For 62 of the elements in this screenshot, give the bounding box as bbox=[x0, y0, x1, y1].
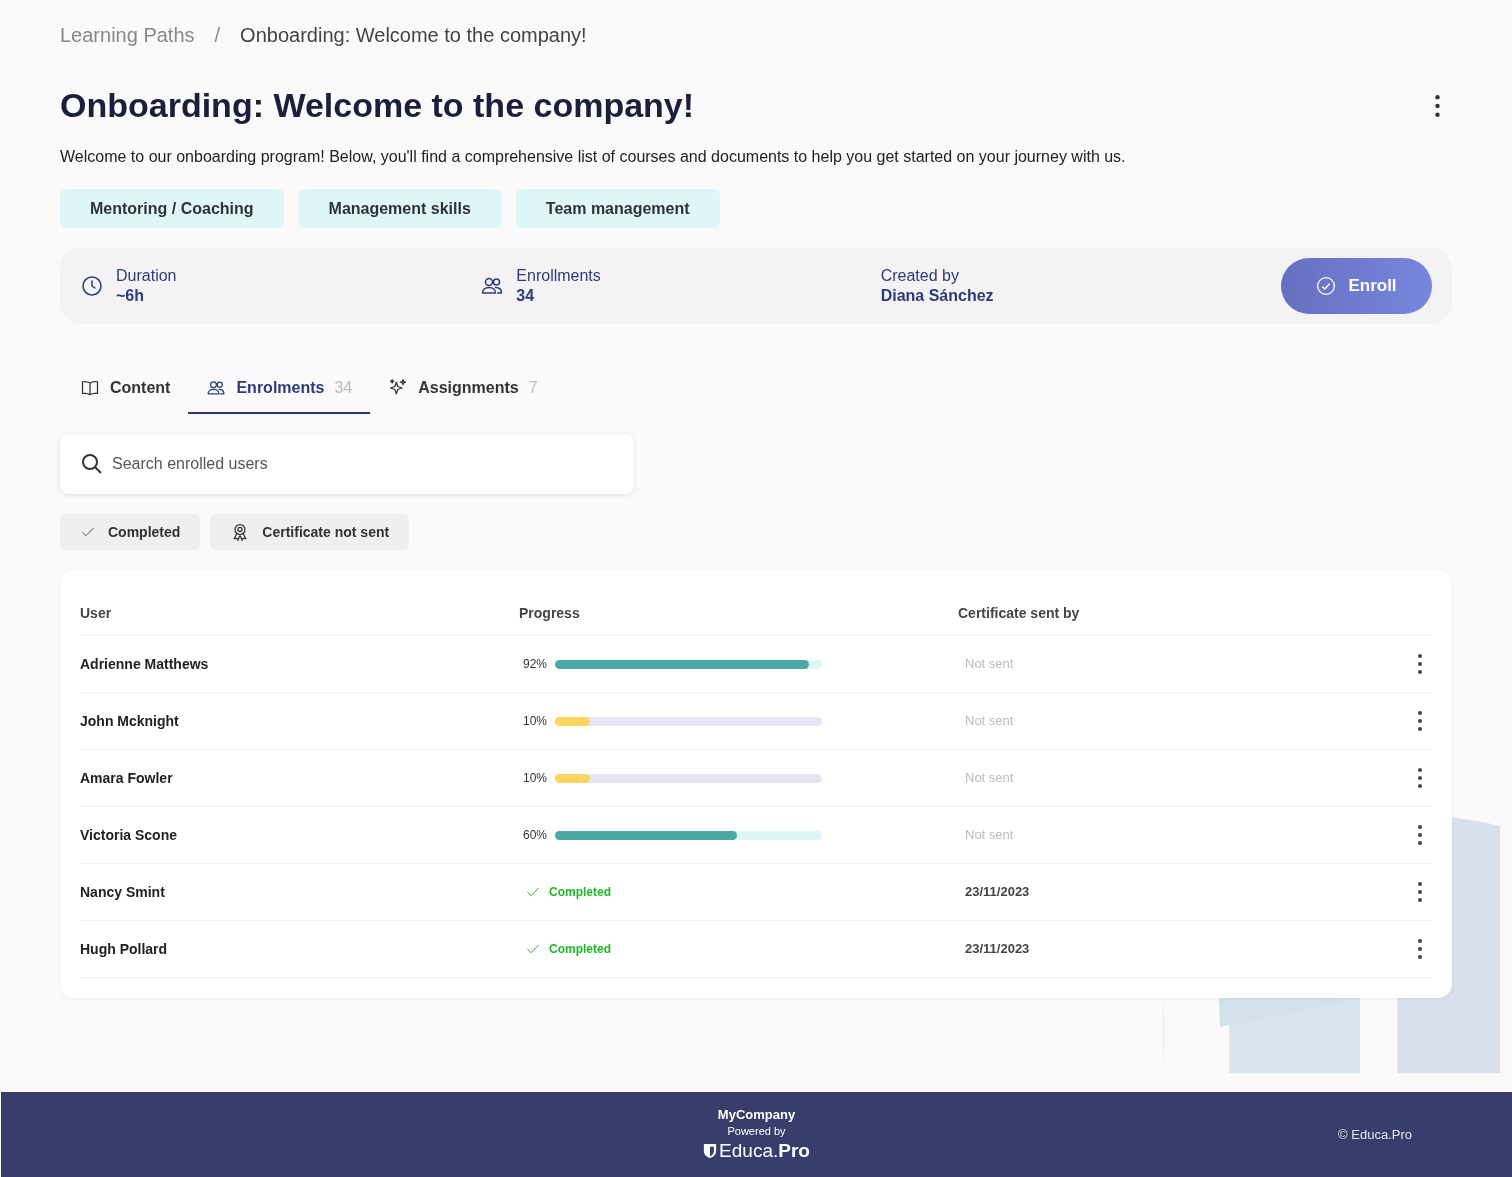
certificate-status: 23/11/2023 bbox=[965, 883, 1030, 902]
status-label: Completed bbox=[549, 941, 611, 958]
tag: Team management bbox=[515, 189, 720, 228]
progress-reading: 10% bbox=[523, 770, 547, 787]
enroll-button[interactable]: Enroll bbox=[1281, 258, 1432, 314]
tag: Management skills bbox=[298, 189, 501, 228]
user-name: Nancy Smint bbox=[80, 882, 166, 902]
tab-count: 7 bbox=[528, 378, 538, 398]
more-options-icon[interactable] bbox=[1418, 939, 1422, 959]
info-label: Created by bbox=[880, 266, 960, 286]
user-name: Amara Fowler bbox=[80, 768, 174, 788]
certificate-status: Not sent bbox=[965, 655, 1014, 674]
tag: Mentoring / Coaching bbox=[60, 189, 284, 228]
user-name: John Mcknight bbox=[80, 711, 180, 731]
search-field[interactable]: Search enrolled users bbox=[60, 434, 634, 494]
tab[interactable]: Content bbox=[62, 364, 189, 414]
book-icon bbox=[80, 378, 100, 398]
info-label: Duration bbox=[116, 266, 177, 286]
tab-label: Enrolments bbox=[236, 378, 325, 398]
more-options-icon[interactable] bbox=[1418, 768, 1422, 788]
page-title: Onboarding: Welcome to the company! bbox=[60, 85, 695, 126]
user-name: Adrienne Matthews bbox=[80, 654, 210, 674]
user-name: Victoria Scone bbox=[80, 825, 178, 845]
more-options-icon[interactable] bbox=[1418, 882, 1422, 902]
certificate-status: 23/11/2023 bbox=[965, 940, 1030, 959]
progress-reading: 92% bbox=[523, 656, 547, 673]
info-value: Diana Sánchez bbox=[880, 286, 994, 306]
search-icon bbox=[80, 452, 104, 476]
info-value: ~6h bbox=[116, 286, 145, 306]
tab-label: Content bbox=[110, 378, 171, 398]
copyright: © Educa.Pro bbox=[1338, 1125, 1412, 1144]
clock-icon bbox=[80, 274, 104, 298]
certificate-status: Not sent bbox=[965, 712, 1014, 731]
logo-text: Educa.Pro bbox=[719, 1138, 810, 1163]
certificate-status: Not sent bbox=[965, 826, 1014, 845]
shield-logo-icon bbox=[703, 1142, 718, 1159]
more-options-icon[interactable] bbox=[1418, 711, 1422, 731]
breadcrumb-separator: / bbox=[214, 23, 221, 48]
info-value: 34 bbox=[516, 286, 536, 306]
more-options-icon bbox=[1435, 94, 1440, 117]
certificate-status: Not sent bbox=[965, 769, 1014, 788]
company-name: MyCompany bbox=[717, 1106, 796, 1123]
filter-chip[interactable]: Certificate not sent bbox=[210, 514, 410, 550]
more-options-icon[interactable] bbox=[1418, 825, 1422, 845]
powered-by: Powered by bbox=[727, 1124, 786, 1139]
tab-count: 34 bbox=[334, 378, 353, 398]
more-options-icon[interactable] bbox=[1418, 654, 1422, 674]
filter-chip[interactable]: Completed bbox=[60, 514, 201, 550]
tab-label: Assignments bbox=[418, 378, 519, 398]
progress-reading: 60% bbox=[523, 827, 547, 844]
user-name: Hugh Pollard bbox=[80, 939, 169, 959]
column-header: Certificate sent by bbox=[958, 604, 1081, 623]
tab[interactable]: Enrolments 34 bbox=[188, 364, 371, 414]
tab[interactable]: Assignments 7 bbox=[370, 364, 556, 414]
breadcrumb-current: Onboarding: Welcome to the company! bbox=[240, 23, 587, 48]
column-header: Progress bbox=[519, 604, 581, 623]
description: Welcome to our onboarding program! Below, you'll find a comprehensive list of courses and documents to help you get started on your journey with us. bbox=[60, 147, 1127, 167]
progress-reading: 10% bbox=[523, 713, 547, 730]
info-label: Enrollments bbox=[516, 266, 601, 286]
check-circle-icon bbox=[1316, 276, 1337, 296]
status-label: Completed bbox=[549, 884, 611, 901]
column-header: User bbox=[80, 604, 113, 623]
